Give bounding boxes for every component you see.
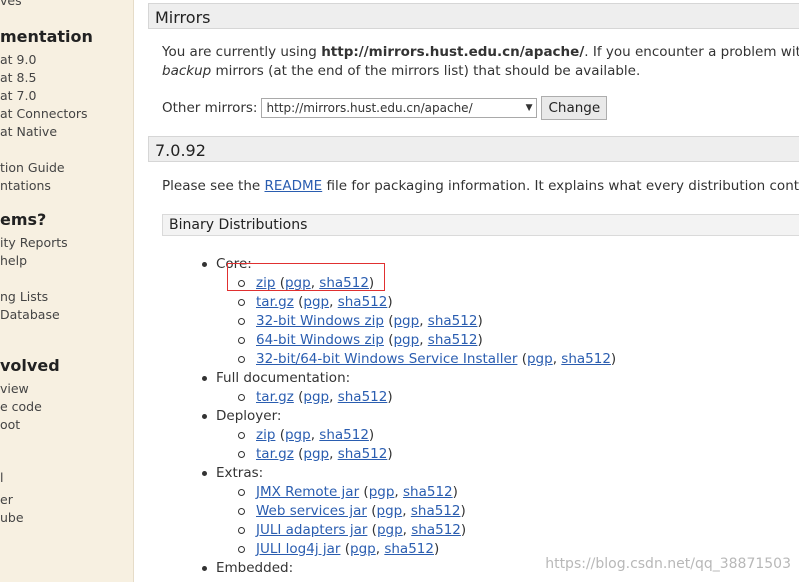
highlight-box: [227, 263, 385, 291]
sidebar-heading: mentation: [0, 27, 93, 46]
dist-item: JULI adapters jar (pgp, sha512): [216, 521, 616, 540]
dist-group: Deployer: zip (pgp, sha512) tar.gz (pgp, s…: [196, 407, 616, 464]
binary-distributions-header: Binary Distributions: [162, 214, 799, 236]
readme-link[interactable]: README: [264, 178, 322, 194]
pgp-link[interactable]: pgp: [377, 503, 403, 519]
dist-item: tar.gz (pgp, sha512): [216, 445, 616, 464]
mirror-info-text-2: . If you encounter a problem with thi: [584, 44, 799, 60]
current-mirror-url: http://mirrors.hust.edu.cn/apache/: [321, 44, 585, 60]
pgp-link[interactable]: pgp: [527, 351, 553, 367]
mirror-select-value: http://mirrors.hust.edu.cn/apache/: [266, 101, 473, 115]
sidebar-link[interactable]: ity Reports: [0, 235, 68, 250]
dist-item: 64-bit Windows zip (pgp, sha512): [216, 331, 616, 350]
dist-item: zip (pgp, sha512): [216, 426, 616, 445]
download-link[interactable]: zip: [256, 427, 275, 443]
mirror-select[interactable]: http://mirrors.hust.edu.cn/apache/ ▼: [261, 98, 538, 118]
sha512-link[interactable]: sha512: [403, 484, 453, 500]
sha512-link[interactable]: sha512: [561, 351, 611, 367]
sidebar-link[interactable]: view: [0, 381, 29, 396]
distribution-list: Core: zip (pgp, sha512) tar.gz (pgp, sha51…: [196, 255, 616, 578]
mirror-info-line2: backup mirrors (at the end of the mirror…: [162, 63, 640, 79]
change-button[interactable]: Change: [541, 96, 608, 120]
download-link[interactable]: JMX Remote jar: [256, 484, 359, 500]
sidebar-link[interactable]: at 8.5: [0, 70, 36, 85]
sha512-link[interactable]: sha512: [338, 294, 388, 310]
dist-group: Extras: JMX Remote jar (pgp, sha512) Web s…: [196, 464, 616, 559]
sha512-link[interactable]: sha512: [319, 427, 369, 443]
sidebar-link[interactable]: at Native: [0, 124, 57, 139]
sha512-link[interactable]: sha512: [411, 503, 461, 519]
dist-group-label: Extras:: [216, 465, 264, 481]
dist-item: 32-bit/64-bit Windows Service Installer …: [216, 350, 616, 369]
sidebar-link[interactable]: e code: [0, 399, 42, 414]
download-link[interactable]: JULI adapters jar: [256, 522, 367, 538]
download-link[interactable]: tar.gz: [256, 294, 294, 310]
sidebar-link[interactable]: at Connectors: [0, 106, 88, 121]
dropdown-arrow-icon: ▼: [525, 103, 533, 113]
sidebar-link[interactable]: help: [0, 253, 27, 268]
sidebar-link[interactable]: at 7.0: [0, 88, 36, 103]
download-link[interactable]: 32-bit/64-bit Windows Service Installer: [256, 351, 517, 367]
mirror-info-text-3: mirrors (at the end of the mirrors list)…: [211, 63, 641, 79]
other-mirrors-row: Other mirrors: http://mirrors.hust.edu.c…: [162, 96, 608, 120]
sha512-link[interactable]: sha512: [411, 522, 461, 538]
mirror-info-text: You are currently using: [162, 44, 322, 60]
sidebar-link[interactable]: l: [0, 470, 3, 485]
other-mirrors-label: Other mirrors:: [162, 100, 258, 116]
pgp-link[interactable]: pgp: [393, 332, 419, 348]
sha512-link[interactable]: sha512: [428, 332, 478, 348]
dist-item: tar.gz (pgp, sha512): [216, 293, 616, 312]
sidebar-link[interactable]: ube: [0, 510, 24, 525]
sidebar-heading: ems?: [0, 210, 47, 229]
sidebar-link[interactable]: ng Lists: [0, 289, 48, 304]
download-link[interactable]: tar.gz: [256, 389, 294, 405]
dist-group-label: Full documentation:: [216, 370, 351, 386]
pgp-link[interactable]: pgp: [303, 446, 329, 462]
dist-item: JMX Remote jar (pgp, sha512): [216, 483, 616, 502]
version-header: 7.0.92: [148, 136, 799, 162]
dist-group: Full documentation: tar.gz (pgp, sha512): [196, 369, 616, 407]
dist-group-label: Embedded:: [216, 560, 294, 576]
download-link[interactable]: tar.gz: [256, 446, 294, 462]
readme-paragraph: Please see the README file for packaging…: [162, 178, 799, 194]
sidebar-link[interactable]: ntations: [0, 178, 51, 193]
download-link[interactable]: Web services jar: [256, 503, 367, 519]
sidebar-heading: volved: [0, 356, 60, 375]
sidebar-link[interactable]: er: [0, 492, 13, 507]
sidebar-link[interactable]: oot: [0, 417, 20, 432]
readme-text-2: file for packaging information. It expla…: [322, 178, 799, 194]
sidebar: ves mentation at 9.0 at 8.5 at 7.0 at Connect…: [0, 0, 134, 582]
mirrors-header: Mirrors: [148, 3, 799, 29]
sha512-link[interactable]: sha512: [384, 541, 434, 557]
sha512-link[interactable]: sha512: [428, 313, 478, 329]
pgp-link[interactable]: pgp: [303, 294, 329, 310]
sidebar-link[interactable]: tion Guide: [0, 160, 65, 175]
readme-text: Please see the: [162, 178, 265, 194]
pgp-link[interactable]: pgp: [369, 484, 395, 500]
watermark: https://blog.csdn.net/qq_38871503: [545, 556, 791, 572]
download-link[interactable]: JULI log4j jar: [256, 541, 340, 557]
mirror-info-line1: You are currently using http://mirrors.h…: [162, 44, 799, 60]
sidebar-link[interactable]: Database: [0, 307, 60, 322]
backup-emphasis: backup: [162, 63, 212, 79]
pgp-link[interactable]: pgp: [285, 427, 311, 443]
download-link[interactable]: 32-bit Windows zip: [256, 313, 384, 329]
download-link[interactable]: 64-bit Windows zip: [256, 332, 384, 348]
dist-item: Web services jar (pgp, sha512): [216, 502, 616, 521]
pgp-link[interactable]: pgp: [393, 313, 419, 329]
sidebar-link[interactable]: ves: [0, 0, 22, 8]
dist-group-label: Deployer:: [216, 408, 282, 424]
pgp-link[interactable]: pgp: [350, 541, 376, 557]
dist-item: 32-bit Windows zip (pgp, sha512): [216, 312, 616, 331]
dist-item: tar.gz (pgp, sha512): [216, 388, 616, 407]
pgp-link[interactable]: pgp: [303, 389, 329, 405]
sidebar-link[interactable]: at 9.0: [0, 52, 36, 67]
sha512-link[interactable]: sha512: [338, 389, 388, 405]
sha512-link[interactable]: sha512: [338, 446, 388, 462]
main-content: Mirrors You are currently using http://m…: [148, 0, 799, 582]
pgp-link[interactable]: pgp: [377, 522, 403, 538]
